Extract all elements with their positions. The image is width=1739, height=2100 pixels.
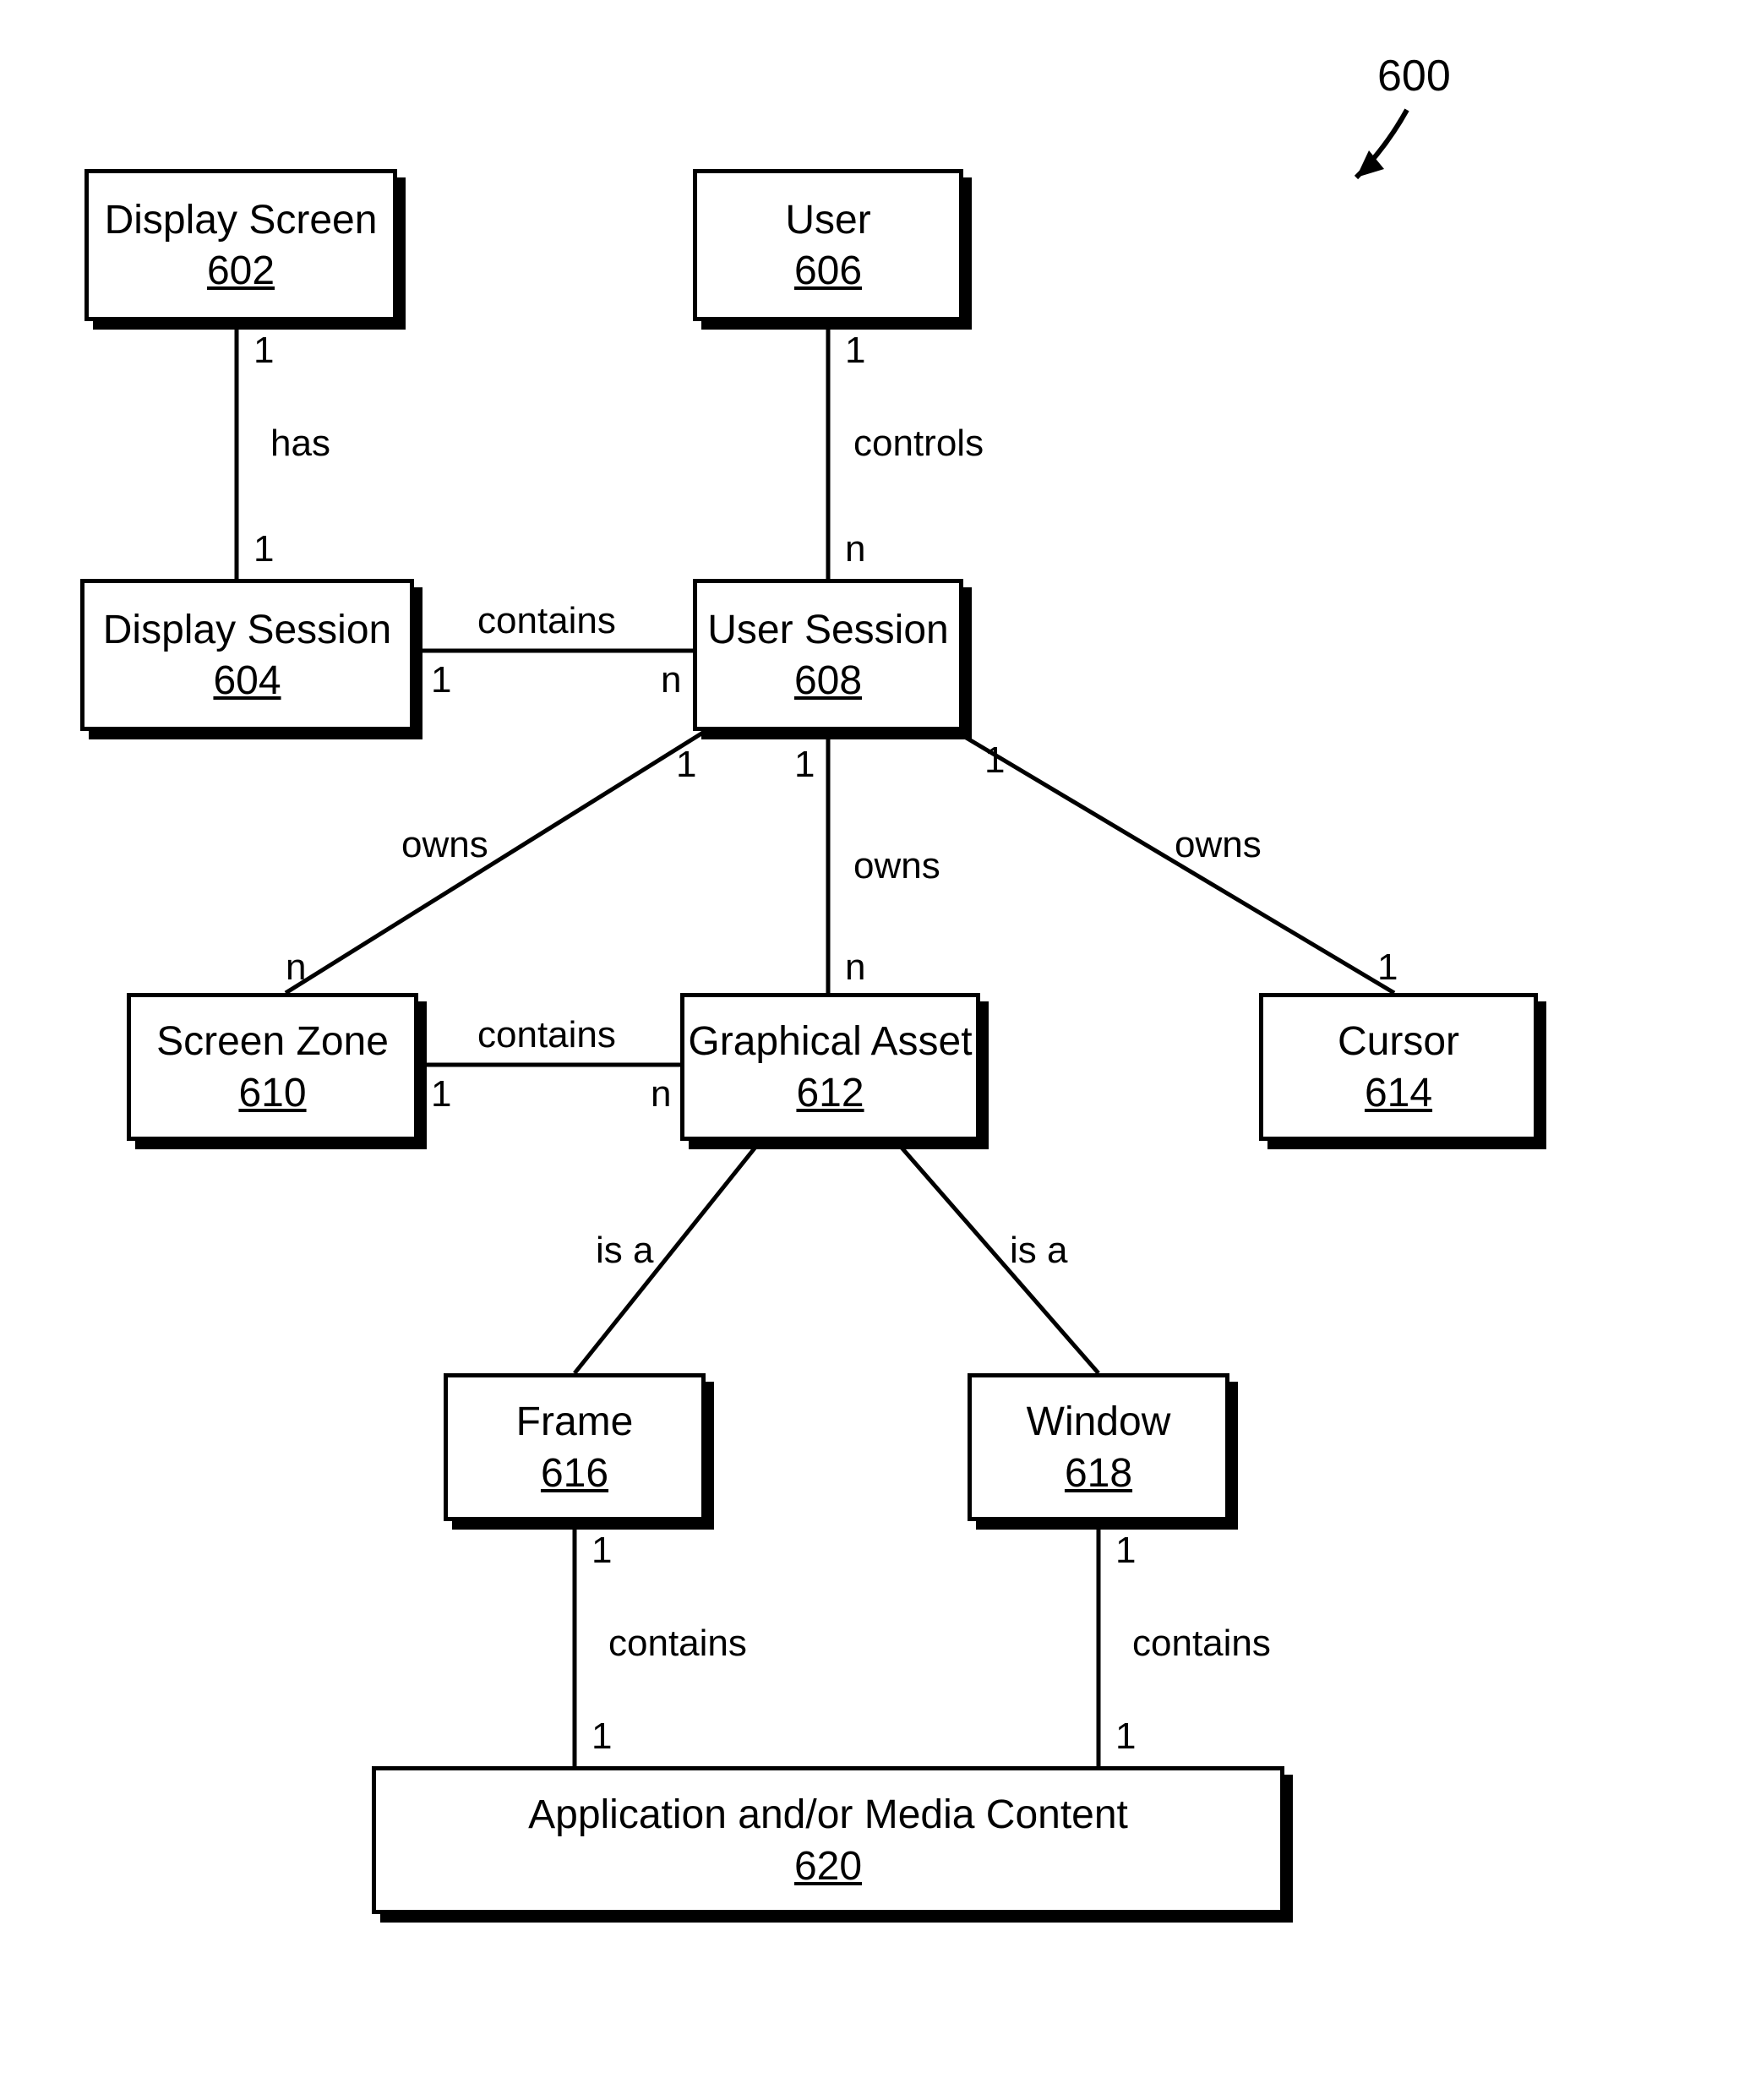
edge-window-app-label: contains bbox=[1132, 1623, 1271, 1665]
box-title: Screen Zone bbox=[156, 1017, 389, 1066]
box-title: Display Screen bbox=[105, 196, 378, 245]
box-user: User 606 bbox=[693, 169, 963, 321]
box-ref: 618 bbox=[1065, 1450, 1132, 1497]
box-ref: 616 bbox=[541, 1450, 608, 1497]
edge-owns-ga-c1: 1 bbox=[794, 744, 815, 786]
box-user-session: User Session 608 bbox=[693, 579, 963, 731]
edge-window-app-c2: 1 bbox=[1115, 1715, 1136, 1758]
edge-frame-app-c1: 1 bbox=[591, 1530, 612, 1572]
edge-owns-sz-label: owns bbox=[401, 824, 488, 866]
box-ref: 604 bbox=[213, 657, 281, 704]
box-title: Frame bbox=[516, 1398, 634, 1447]
box-cursor: Cursor 614 bbox=[1259, 993, 1538, 1141]
edge-owns-cur-label: owns bbox=[1175, 824, 1262, 866]
edge-has-label: has bbox=[270, 423, 330, 465]
edge-has-c2: 1 bbox=[253, 528, 274, 570]
box-graphical-asset: Graphical Asset 612 bbox=[680, 993, 980, 1141]
box-title: User Session bbox=[707, 606, 948, 655]
box-app-media: Application and/or Media Content 620 bbox=[372, 1766, 1284, 1914]
box-ref: 610 bbox=[238, 1070, 306, 1116]
box-ref: 606 bbox=[794, 248, 862, 294]
edge-owns-ga-c2: n bbox=[845, 946, 865, 989]
edge-controls-label: controls bbox=[853, 423, 984, 465]
edge-controls-c1: 1 bbox=[845, 330, 865, 372]
box-ref: 614 bbox=[1365, 1070, 1432, 1116]
edge-owns-sz-c1: 1 bbox=[676, 744, 696, 786]
edge-contains1-c2: n bbox=[661, 659, 681, 701]
edge-owns-ga-label: owns bbox=[853, 845, 940, 887]
box-ref: 602 bbox=[207, 248, 275, 294]
edge-isa-frame-label: is a bbox=[596, 1230, 653, 1272]
edge-isa-window-label: is a bbox=[1010, 1230, 1067, 1272]
edge-contains-sz-ga-label: contains bbox=[477, 1014, 616, 1056]
edge-contains1-c1: 1 bbox=[431, 659, 451, 701]
box-window: Window 618 bbox=[968, 1373, 1229, 1521]
box-ref: 612 bbox=[796, 1070, 864, 1116]
edge-owns-sz-c2: n bbox=[286, 946, 306, 989]
box-title: User bbox=[785, 196, 870, 245]
box-title: Application and/or Media Content bbox=[528, 1791, 1128, 1840]
box-screen-zone: Screen Zone 610 bbox=[127, 993, 418, 1141]
edge-frame-app-c2: 1 bbox=[591, 1715, 612, 1758]
box-title: Window bbox=[1027, 1398, 1171, 1447]
edge-contains-sz-ga-c2: n bbox=[651, 1073, 671, 1115]
box-title: Cursor bbox=[1338, 1017, 1459, 1066]
edge-contains-sz-ga-c1: 1 bbox=[431, 1073, 451, 1115]
edge-frame-app-label: contains bbox=[608, 1623, 747, 1665]
edge-window-app-c1: 1 bbox=[1115, 1530, 1136, 1572]
figure-number: 600 bbox=[1377, 51, 1451, 101]
diagram-canvas: 600 Display Screen 602 User 606 bbox=[0, 0, 1739, 2100]
box-display-session: Display Session 604 bbox=[80, 579, 414, 731]
box-display-screen: Display Screen 602 bbox=[84, 169, 397, 321]
edge-owns-cur-c2: 1 bbox=[1377, 946, 1398, 989]
edge-controls-c2: n bbox=[845, 528, 865, 570]
box-ref: 608 bbox=[794, 657, 862, 704]
edge-contains1-label: contains bbox=[477, 600, 616, 642]
box-ref: 620 bbox=[794, 1843, 862, 1890]
edge-has-c1: 1 bbox=[253, 330, 274, 372]
edge-owns-cur-c1: 1 bbox=[984, 739, 1005, 782]
box-title: Display Session bbox=[103, 606, 391, 655]
box-frame: Frame 616 bbox=[444, 1373, 706, 1521]
box-title: Graphical Asset bbox=[688, 1017, 972, 1066]
